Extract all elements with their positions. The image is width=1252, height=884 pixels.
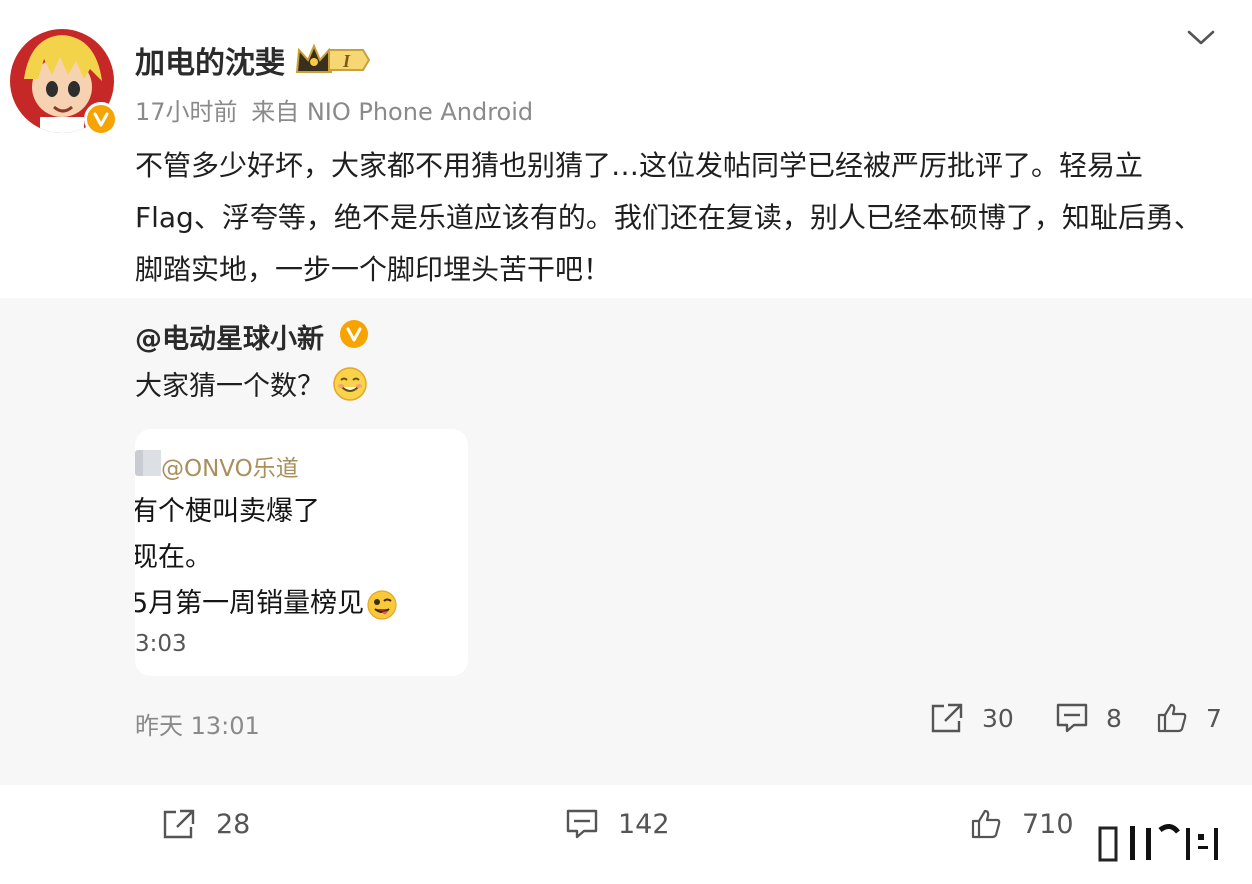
share-icon [163,809,195,839]
screenshot-mention: @ONVO乐道 [161,456,299,482]
repost-like-count: 7 [1206,703,1222,733]
share-count: 28 [216,808,251,840]
repost-card[interactable]: @电动星球小新 大家猜一个数？ @ONVO乐道 有个梗叫卖爆了 现在。 5月第一… [0,298,1252,785]
author-name[interactable]: 加电的沈斐 [135,38,285,82]
wink-emoji-icon [367,589,397,620]
repost-text-row: 大家猜一个数？ [135,364,368,403]
thumbs-up-icon [1157,703,1187,733]
comment-count: 142 [618,808,670,840]
thumbs-up-icon [971,809,1001,839]
like-button[interactable]: 710 [970,808,1074,840]
comment-icon [566,809,598,839]
level-badge-text: I [342,51,351,71]
smile-emoji-icon [333,366,367,401]
watermark-logo-icon [1090,822,1230,862]
comment-icon [1056,703,1088,733]
verified-badge-icon [84,102,118,136]
share-icon [931,703,963,733]
share-button[interactable]: 28 [162,808,250,840]
post-meta: 17小时前 来自 NIO Phone Android [135,92,533,127]
repost-share-count: 30 [982,703,1014,733]
repost-text: 大家猜一个数？ [135,371,324,402]
repost-share-button[interactable]: 30 [930,702,1014,734]
crown-level-icon[interactable]: I [295,42,371,78]
screenshot-line-2: 现在。 [135,542,212,573]
repost-time: 昨天 13:01 [135,712,260,740]
verified-badge-icon [340,320,368,348]
repost-author[interactable]: @电动星球小新 [135,317,324,356]
screenshot-line-1: 有个梗叫卖爆了 [135,496,320,527]
comment-button[interactable]: 142 [566,808,670,840]
post-content: 不管多少好坏，大家都不用猜也别猜了…这位发帖同学已经被严厉批评了。轻易立Flag… [135,149,1202,286]
chevron-down-icon[interactable] [1184,24,1218,50]
repost-comment-button[interactable]: 8 [1056,702,1122,734]
attached-screenshot[interactable]: @ONVO乐道 有个梗叫卖爆了 现在。 5月第一周销量榜见 3:03 [135,429,468,676]
post-source: 来自 NIO Phone Android [251,98,534,126]
screenshot-line-3: 5月第一周销量榜见 [135,588,365,619]
like-count: 710 [1022,808,1074,840]
screenshot-line-3-row: 5月第一周销量榜见 [135,581,398,621]
post-time: 17小时前 [135,98,238,126]
repost-like-button[interactable]: 7 [1156,702,1222,734]
repost-comment-count: 8 [1106,703,1122,733]
weibo-post: 加电的沈斐 I 17小时前 来自 NIO Phone Android 不管多少好… [0,0,1252,884]
screenshot-time: 3:03 [135,631,187,657]
